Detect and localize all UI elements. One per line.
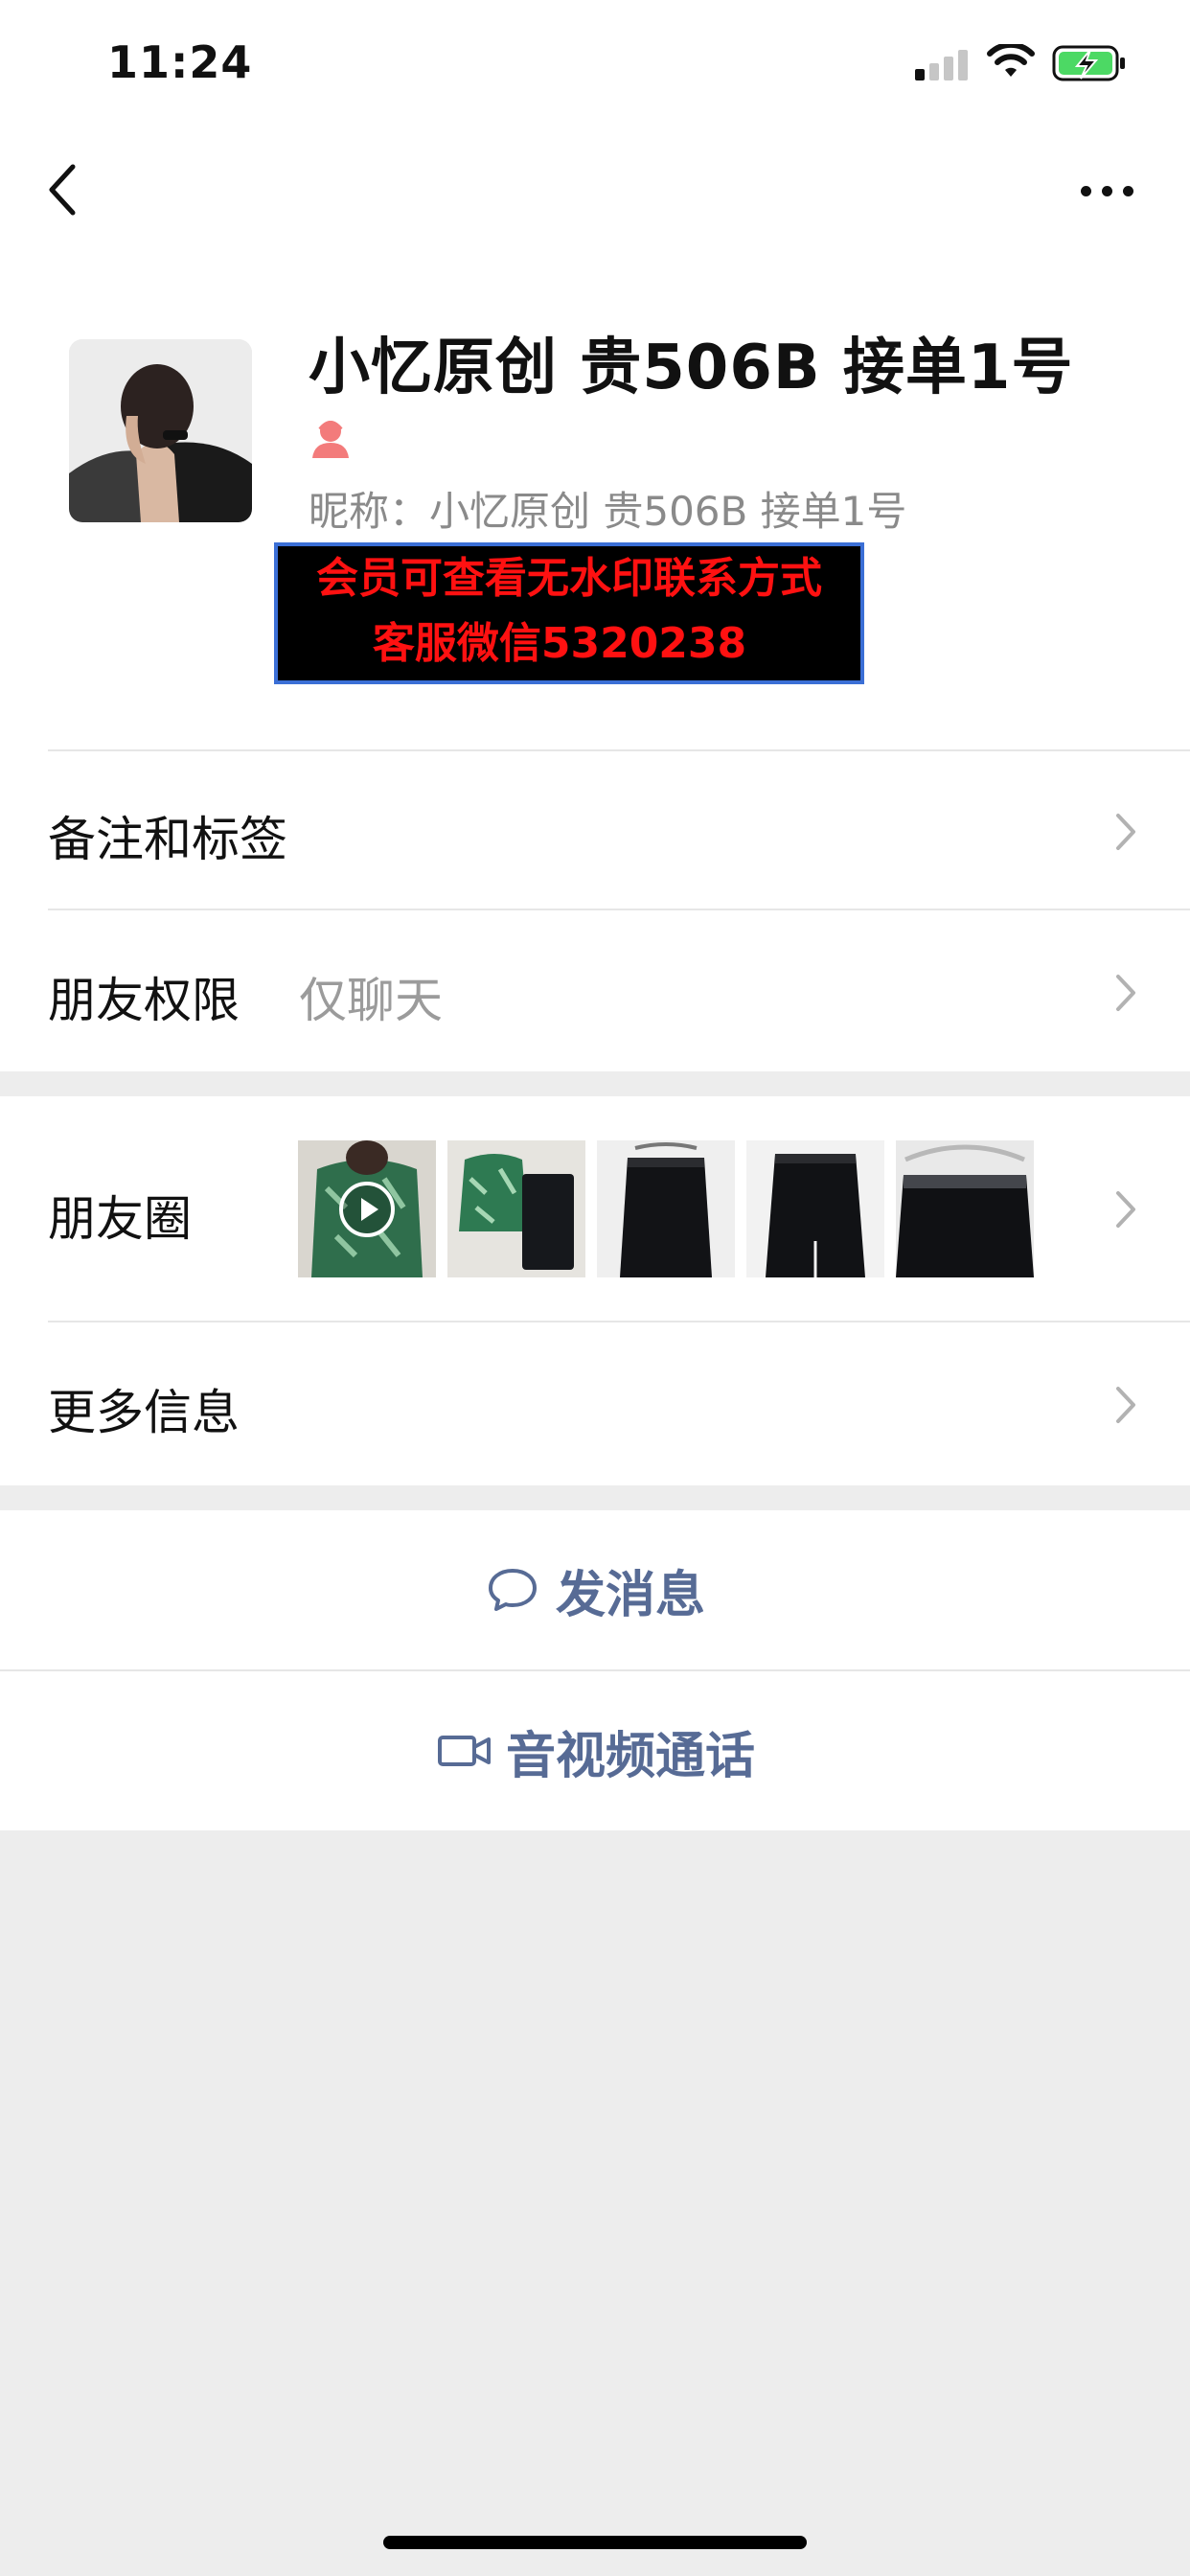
nav-bar bbox=[0, 126, 1190, 251]
display-name: 小忆原创 贵506B 接单1号 bbox=[309, 333, 1074, 403]
nickname: 昵称：小忆原创 贵506B 接单1号 bbox=[309, 488, 907, 535]
signal-icon bbox=[915, 48, 969, 80]
play-icon bbox=[339, 1182, 395, 1237]
green-blouse-video-thumbnail[interactable] bbox=[298, 1140, 436, 1277]
send-message-button[interactable]: 发消息 bbox=[0, 1510, 1190, 1669]
more-info-row[interactable]: 更多信息 bbox=[0, 1322, 1190, 1485]
remarks-tags-row[interactable]: 备注和标签 bbox=[0, 751, 1190, 910]
female-user-icon bbox=[312, 421, 349, 458]
send-message-label: 发消息 bbox=[556, 1566, 706, 1624]
watermark-line-2: 客服微信5320238 bbox=[372, 619, 747, 668]
video-call-button[interactable]: 音视频通话 bbox=[0, 1671, 1190, 1830]
chevron-right-icon bbox=[1116, 1191, 1135, 1228]
watermark-banner: 会员可查看无水印联系方式 客服微信5320238 bbox=[274, 542, 864, 684]
friend-permissions-row[interactable]: 朋友权限 仅聊天 bbox=[0, 910, 1190, 1071]
avatar[interactable] bbox=[69, 339, 252, 522]
chevron-right-icon bbox=[1116, 814, 1135, 850]
battery-charging-icon bbox=[1052, 45, 1125, 81]
more-info-label: 更多信息 bbox=[48, 1385, 240, 1440]
friend-permissions-label: 朋友权限 bbox=[48, 973, 240, 1028]
video-call-label: 音视频通话 bbox=[506, 1727, 756, 1785]
chevron-right-icon bbox=[1116, 1387, 1135, 1423]
friend-permissions-value: 仅聊天 bbox=[299, 973, 443, 1028]
remarks-tags-label: 备注和标签 bbox=[48, 812, 287, 867]
wifi-icon bbox=[987, 44, 1035, 77]
black-skirt-back-thumbnail[interactable] bbox=[746, 1140, 884, 1277]
moments-label: 朋友圈 bbox=[48, 1191, 192, 1247]
ellipsis-icon[interactable] bbox=[1081, 186, 1138, 199]
green-blouse-skirt-thumbnail[interactable] bbox=[447, 1140, 585, 1277]
moments-row[interactable]: 朋友圈 bbox=[0, 1096, 1190, 1322]
contact-profile-screen: 11:24 小忆原创 贵506B 接单1号 昵称：小忆原创 贵506B 接单1号… bbox=[0, 0, 1190, 2576]
chat-bubble-icon bbox=[489, 1569, 537, 1611]
black-skirt-thumbnail[interactable] bbox=[597, 1140, 735, 1277]
status-time: 11:24 bbox=[107, 36, 253, 88]
status-bar: 11:24 bbox=[0, 0, 1190, 126]
watermark-line-1: 会员可查看无水印联系方式 bbox=[316, 554, 822, 603]
chevron-right-icon bbox=[1116, 975, 1135, 1011]
video-camera-icon bbox=[438, 1736, 491, 1766]
chevron-left-icon[interactable] bbox=[42, 161, 84, 218]
home-indicator[interactable] bbox=[383, 2536, 807, 2549]
profile-header: 小忆原创 贵506B 接单1号 昵称：小忆原创 贵506B 接单1号 会员可查看… bbox=[0, 251, 1190, 751]
black-skirt-hanger-thumbnail[interactable] bbox=[896, 1140, 1034, 1277]
